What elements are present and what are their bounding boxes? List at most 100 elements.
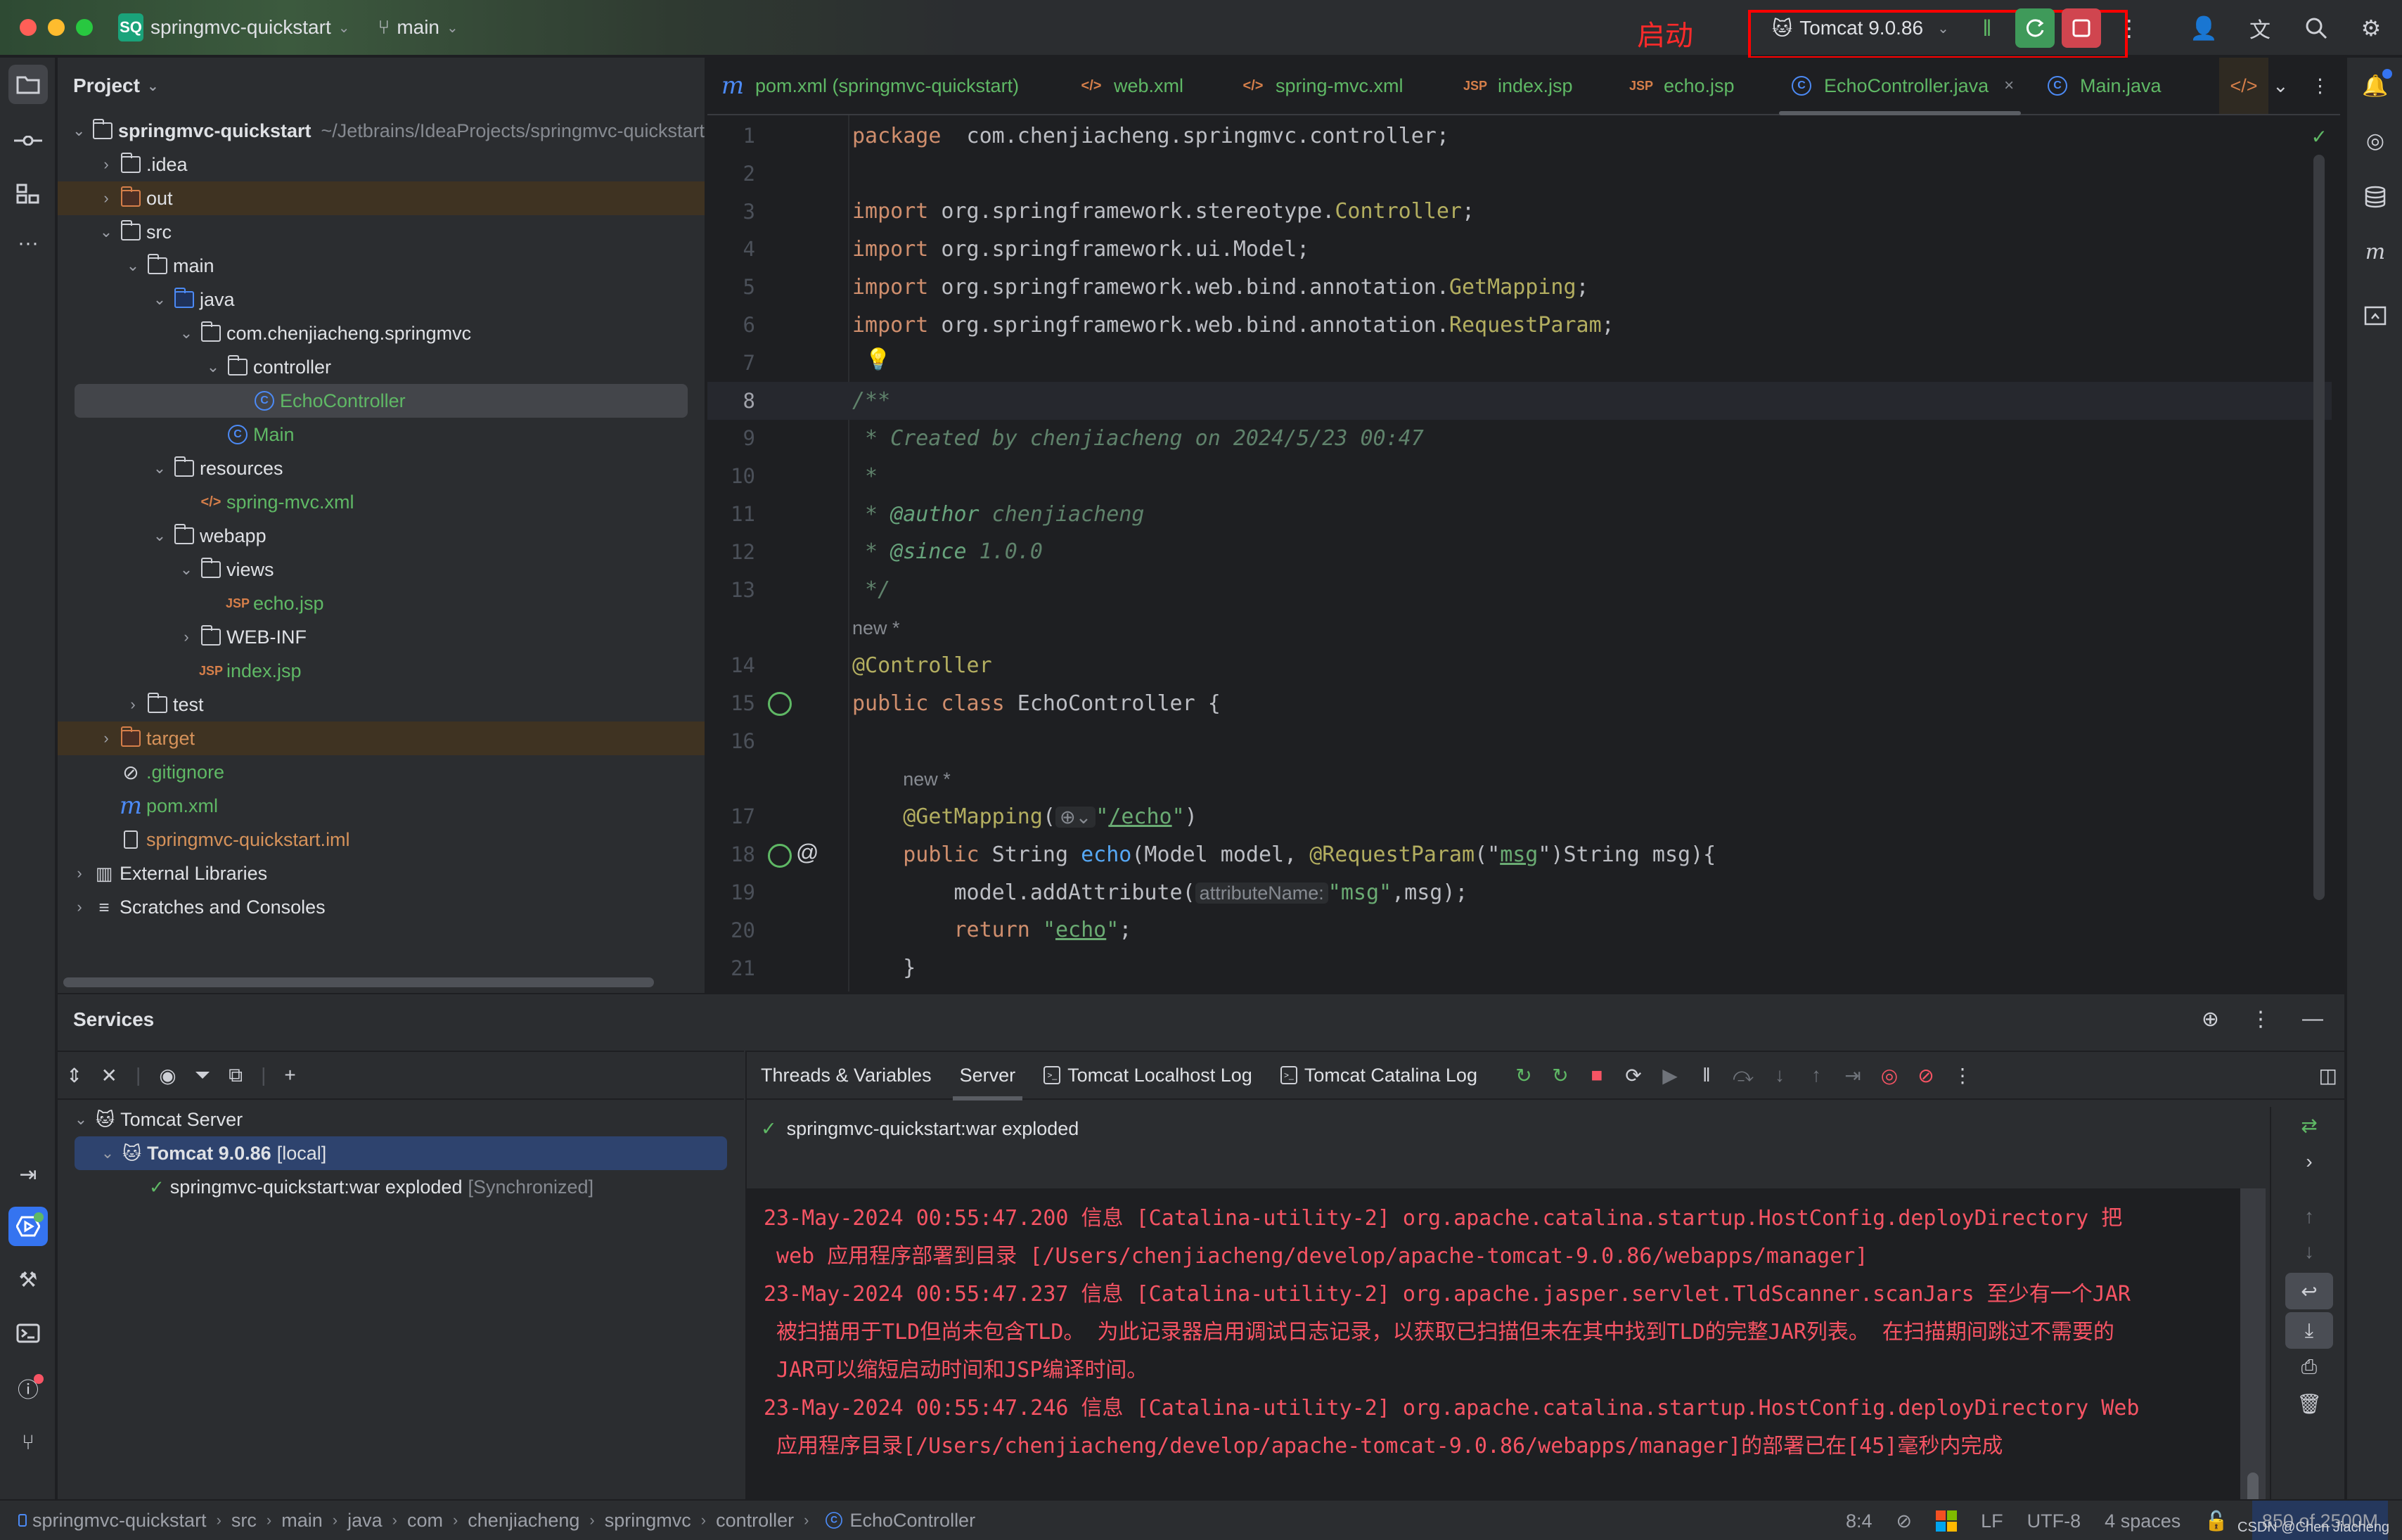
- service-tree-item[interactable]: ⌄ 🐱 Tomcat Server: [58, 1103, 744, 1136]
- project-tool-folder-icon[interactable]: [8, 65, 48, 104]
- deployment-status[interactable]: ✓ springmvc-quickstart:war exploded: [761, 1118, 1079, 1140]
- ai-assistant-spiral-icon[interactable]: ◎: [2356, 121, 2395, 160]
- chevron-right-icon[interactable]: ›: [70, 864, 89, 883]
- run-icon[interactable]: ⇥: [8, 1155, 48, 1194]
- minimize-window-button[interactable]: [48, 19, 65, 36]
- chevron-right-icon[interactable]: ›: [70, 898, 89, 916]
- breadcrumb-item[interactable]: springmvc: [605, 1510, 691, 1532]
- project-panel-header[interactable]: Project ⌄: [58, 58, 705, 114]
- tree-item[interactable]: ⌄ controller: [58, 350, 705, 384]
- line-number[interactable]: 16: [707, 729, 755, 753]
- chevron-right-icon[interactable]: ›: [97, 155, 115, 174]
- usages-inlay-hint[interactable]: new *: [903, 769, 951, 790]
- breadcrumb-item[interactable]: com: [407, 1510, 443, 1532]
- maven-icon[interactable]: m: [2356, 232, 2395, 271]
- breadcrumb-item[interactable]: java: [347, 1510, 383, 1532]
- line-number[interactable]: 8: [707, 389, 755, 413]
- line-number[interactable]: 10: [707, 464, 755, 488]
- chevron-down-icon[interactable]: ⌄: [150, 527, 169, 545]
- inspection-off-icon[interactable]: ⊘: [1896, 1510, 1913, 1532]
- chevron-down-icon[interactable]: ⌄: [70, 122, 88, 140]
- tree-item[interactable]: › .idea: [58, 148, 705, 181]
- close-window-button[interactable]: [20, 19, 37, 36]
- indent-setting[interactable]: 4 spaces: [2105, 1510, 2181, 1532]
- line-number[interactable]: 14: [707, 653, 755, 677]
- breadcrumb-item[interactable]: controller: [716, 1510, 794, 1532]
- clear-trash-icon[interactable]: 🗑: [2285, 1385, 2333, 1422]
- tree-item[interactable]: › ≡ Scratches and Consoles: [58, 890, 705, 924]
- editor-tab[interactable]: </> web.xml: [1076, 58, 1184, 114]
- line-number[interactable]: 6: [707, 313, 755, 337]
- chevron-down-icon[interactable]: ⌄: [177, 324, 195, 342]
- line-number[interactable]: 12: [707, 540, 755, 564]
- mute-breakpoints-icon[interactable]: ⊘: [1908, 1055, 1944, 1095]
- line-number[interactable]: 3: [707, 200, 755, 224]
- breadcrumb-item[interactable]: springmvc-quickstart: [32, 1510, 207, 1532]
- usages-inlay-hint[interactable]: new *: [852, 617, 900, 639]
- breadcrumb-item[interactable]: src: [231, 1510, 257, 1532]
- code-editor[interactable]: 1 package com.chenjiacheng.springmvc.cont…: [707, 115, 2340, 992]
- writable-lock-icon[interactable]: 🔓: [2204, 1510, 2228, 1532]
- locate-crosshair-icon[interactable]: ⊕: [2202, 1007, 2219, 1032]
- add-service-icon[interactable]: +: [284, 1064, 295, 1086]
- line-number[interactable]: 18: [707, 842, 755, 866]
- tree-item[interactable]: </> spring-mvc.xml: [58, 485, 705, 519]
- line-number[interactable]: 15: [707, 691, 755, 715]
- services-options-icon[interactable]: ⋮: [2250, 1007, 2271, 1032]
- structure-icon[interactable]: [8, 174, 48, 214]
- line-number[interactable]: 19: [707, 880, 755, 904]
- scroll-up-icon[interactable]: ↑: [2285, 1198, 2333, 1235]
- horizontal-scrollbar[interactable]: [63, 977, 654, 987]
- view-breakpoints-icon[interactable]: ◎: [1871, 1055, 1908, 1095]
- chevron-down-icon[interactable]: ⌄: [204, 358, 222, 376]
- http-request-globe-icon[interactable]: ⊕⌄: [1055, 806, 1096, 828]
- line-number[interactable]: 9: [707, 426, 755, 450]
- soft-wrap-icon[interactable]: ↩: [2285, 1273, 2333, 1309]
- tree-item[interactable]: C EchoController: [58, 384, 705, 418]
- deploy-arrows-icon[interactable]: ⇄: [2285, 1107, 2333, 1143]
- chevron-down-icon[interactable]: ⌄: [97, 223, 115, 241]
- notifications-bell-icon[interactable]: 🔔: [2356, 66, 2395, 105]
- overflow-xml-tab[interactable]: </>: [2219, 58, 2268, 114]
- build-hammer-icon[interactable]: ⚒: [8, 1260, 48, 1300]
- run-to-cursor-icon[interactable]: ⇥: [1835, 1055, 1871, 1095]
- tree-item[interactable]: ⊘ .gitignore: [58, 755, 705, 789]
- bookmarks-icon[interactable]: [2356, 295, 2395, 335]
- tree-item[interactable]: ⌄ springmvc-quickstart ~/Jetbrains/IdeaPro…: [58, 114, 705, 148]
- chevron-right-icon[interactable]: ›: [177, 628, 195, 646]
- chevron-down-icon[interactable]: ⌄: [72, 1110, 90, 1129]
- update-app-icon[interactable]: ⟳: [1615, 1055, 1652, 1095]
- editor-tab[interactable]: </> spring-mvc.xml: [1238, 58, 1404, 114]
- lightbulb-icon[interactable]: 💡: [865, 347, 891, 372]
- step-into-icon[interactable]: ↓: [1761, 1055, 1798, 1095]
- line-number[interactable]: 11: [707, 502, 755, 526]
- pause-icon[interactable]: ‖: [1972, 13, 2003, 44]
- tree-item[interactable]: › WEB-INF: [58, 620, 705, 654]
- problems-icon[interactable]: ⓘ: [8, 1368, 48, 1408]
- git-icon[interactable]: ⑂: [8, 1423, 48, 1463]
- tab-list-chevron-icon[interactable]: ⌄: [2273, 58, 2289, 114]
- rerun-debug-icon[interactable]: ↻: [1542, 1055, 1579, 1095]
- maximize-window-button[interactable]: [76, 19, 93, 36]
- line-number[interactable]: 7: [707, 351, 755, 375]
- line-number[interactable]: 5: [707, 275, 755, 299]
- scroll-down-icon[interactable]: ↓: [2285, 1233, 2333, 1270]
- stop-icon[interactable]: ■: [1579, 1055, 1615, 1095]
- tree-item[interactable]: › test: [58, 688, 705, 721]
- close-tab-icon[interactable]: ×: [2004, 76, 2014, 96]
- editor-tab[interactable]: C Main.java: [2042, 58, 2162, 114]
- line-separator[interactable]: LF: [1981, 1510, 2003, 1532]
- new-tab-icon[interactable]: ⧉: [229, 1064, 243, 1087]
- scroll-to-end-icon[interactable]: ⤓: [2285, 1312, 2333, 1349]
- branch-switcher[interactable]: main: [397, 16, 439, 39]
- step-over-icon[interactable]: ⤼: [1725, 1055, 1761, 1095]
- breadcrumb-item[interactable]: EchoController: [849, 1510, 975, 1532]
- resume-icon[interactable]: ▶: [1652, 1055, 1688, 1095]
- chevron-down-icon[interactable]: ⌄: [150, 459, 169, 477]
- print-icon[interactable]: ⎙: [2285, 1349, 2333, 1385]
- stop-button[interactable]: [2062, 8, 2101, 48]
- line-number[interactable]: 1: [707, 124, 755, 148]
- chevron-right-icon[interactable]: ›: [97, 729, 115, 747]
- line-number[interactable]: 13: [707, 578, 755, 602]
- chevron-down-icon[interactable]: ⌄: [124, 257, 142, 275]
